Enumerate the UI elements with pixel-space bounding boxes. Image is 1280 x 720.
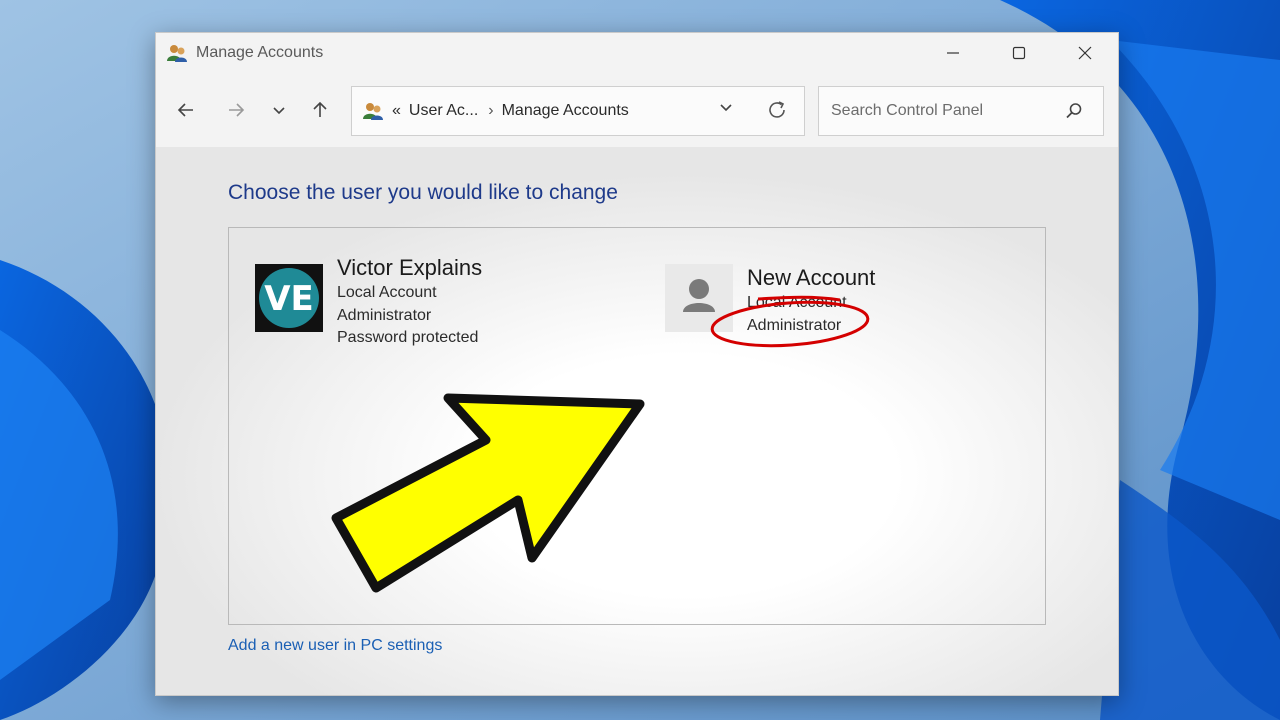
account-tile-new-account[interactable]: New Account Local Account Administrator: [665, 264, 1025, 354]
account-type: Local Account: [747, 294, 847, 311]
refresh-icon[interactable]: [766, 99, 788, 121]
manage-accounts-window: Manage Accounts « User Ac... › Manage Ac…: [155, 32, 1119, 696]
add-user-link[interactable]: Add a new user in PC settings: [228, 637, 442, 655]
account-role: Administrator: [337, 306, 432, 324]
back-button[interactable]: [171, 97, 201, 123]
address-bar[interactable]: « User Ac... › Manage Accounts: [351, 86, 805, 136]
account-name: New Account: [747, 265, 876, 290]
breadcrumb-manage-accounts[interactable]: Manage Accounts: [502, 102, 629, 120]
close-icon: [1078, 46, 1092, 60]
account-type: Local Account: [337, 284, 437, 301]
account-tile-victor-explains[interactable]: VE Victor Explains Local Account Adminis…: [255, 254, 615, 364]
user-accounts-icon: [167, 45, 187, 62]
main-content: Choose the user you would like to change…: [156, 147, 1118, 695]
avatar: [665, 264, 733, 332]
forward-arrow-icon: [229, 103, 245, 117]
maximize-icon: [1012, 46, 1026, 60]
back-arrow-icon: [177, 103, 193, 117]
title-bar: Manage Accounts: [156, 33, 1118, 73]
breadcrumb-overflow[interactable]: «: [392, 102, 401, 120]
forward-button[interactable]: [221, 97, 251, 123]
breadcrumb-user-accounts[interactable]: User Ac...: [409, 102, 478, 120]
close-button[interactable]: [1052, 33, 1118, 73]
account-details: New Account Local Account Administrator: [747, 264, 875, 337]
chevron-down-icon: [720, 104, 732, 112]
user-accounts-icon: [363, 103, 383, 120]
minimize-button[interactable]: [920, 33, 986, 73]
chevron-down-icon: [273, 107, 285, 115]
account-name: Victor Explains: [337, 255, 483, 280]
breadcrumb-separator: ›: [488, 102, 494, 119]
window-title: Manage Accounts: [196, 44, 324, 61]
avatar-initials: VE: [264, 279, 314, 319]
up-arrow-icon: [313, 101, 327, 117]
minimize-icon: [947, 52, 959, 54]
account-status: Password protected: [337, 329, 479, 346]
page-heading: Choose the user you would like to change: [228, 181, 618, 204]
maximize-button[interactable]: [986, 33, 1052, 73]
address-dropdown-button[interactable]: [718, 99, 734, 120]
search-input[interactable]: [829, 101, 1063, 121]
search-box[interactable]: [818, 86, 1104, 136]
accounts-panel: VE Victor Explains Local Account Adminis…: [228, 227, 1046, 625]
up-button[interactable]: [305, 97, 335, 123]
account-details: Victor Explains Local Account Administra…: [337, 254, 482, 350]
ve-logo-avatar: VE: [255, 264, 323, 332]
window-controls: [920, 33, 1118, 73]
recent-locations-button[interactable]: [264, 97, 294, 123]
search-icon[interactable]: [1065, 102, 1083, 120]
navigation-bar: « User Ac... › Manage Accounts: [156, 73, 1118, 147]
avatar: VE: [255, 264, 323, 332]
default-user-icon: [683, 279, 715, 312]
account-role: Administrator: [747, 316, 842, 334]
